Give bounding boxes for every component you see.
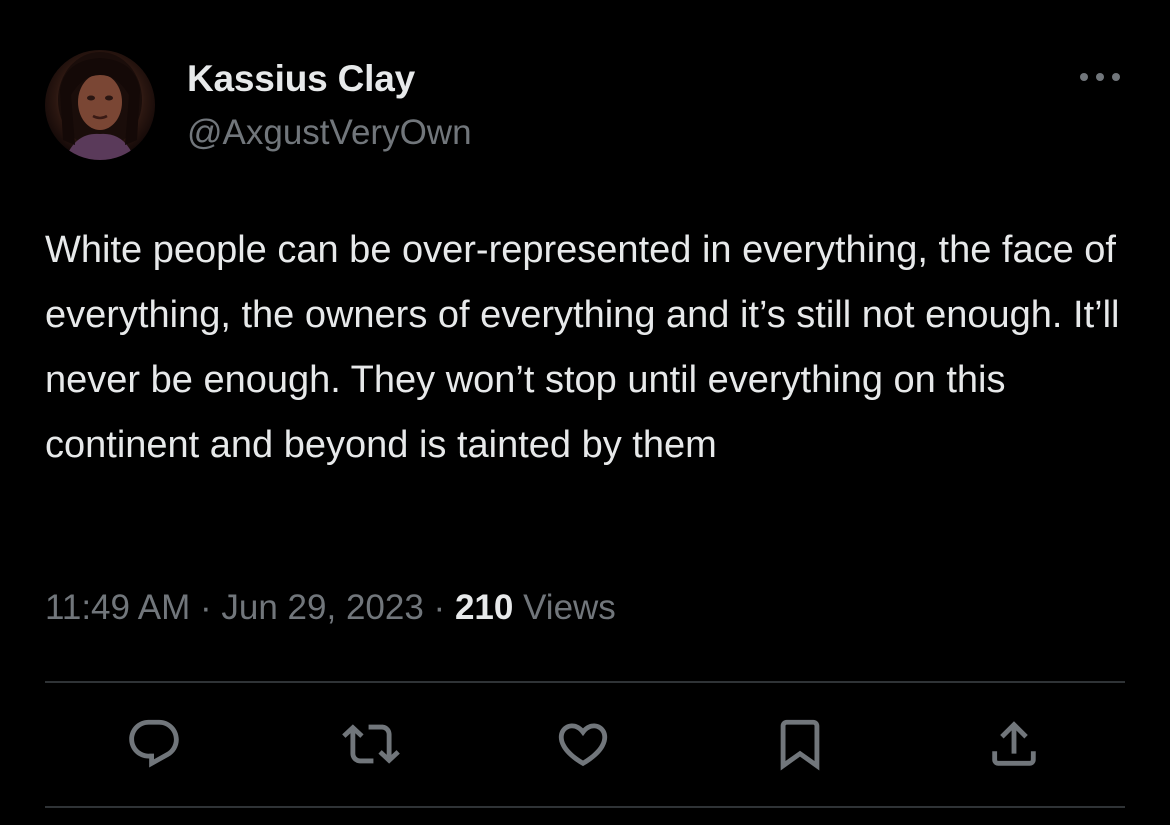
like-button[interactable] xyxy=(553,714,613,774)
bookmark-icon xyxy=(780,719,820,771)
tweet: Kassius Clay @AxgustVeryOwn White people… xyxy=(0,0,1170,825)
retweet-button[interactable] xyxy=(341,714,401,774)
views-label[interactable]: Views xyxy=(523,588,616,627)
tweet-date[interactable]: Jun 29, 2023 xyxy=(221,588,423,627)
views-count[interactable]: 210 xyxy=(455,588,513,627)
retweet-icon xyxy=(342,724,400,764)
bookmark-button[interactable] xyxy=(770,714,830,774)
author-display-name[interactable]: Kassius Clay xyxy=(187,58,415,100)
share-button[interactable] xyxy=(984,714,1044,774)
divider xyxy=(45,806,1125,808)
tweet-metadata: 11:49 AM · Jun 29, 2023 · 210 Views xyxy=(45,588,616,628)
share-icon xyxy=(992,721,1036,766)
meta-separator: · xyxy=(433,588,446,627)
reply-button[interactable] xyxy=(124,714,184,774)
tweet-time[interactable]: 11:49 AM xyxy=(45,588,190,627)
tweet-text: White people can be over-represented in … xyxy=(45,229,1120,466)
divider xyxy=(45,681,1125,683)
reply-icon xyxy=(129,719,179,768)
more-dots-icon xyxy=(1080,73,1120,81)
more-options-button[interactable] xyxy=(1076,62,1124,92)
heart-icon xyxy=(558,723,608,767)
meta-separator: · xyxy=(200,588,212,627)
profile-photo xyxy=(58,52,142,160)
author-handle[interactable]: @AxgustVeryOwn xyxy=(187,113,472,153)
avatar[interactable] xyxy=(45,50,155,160)
